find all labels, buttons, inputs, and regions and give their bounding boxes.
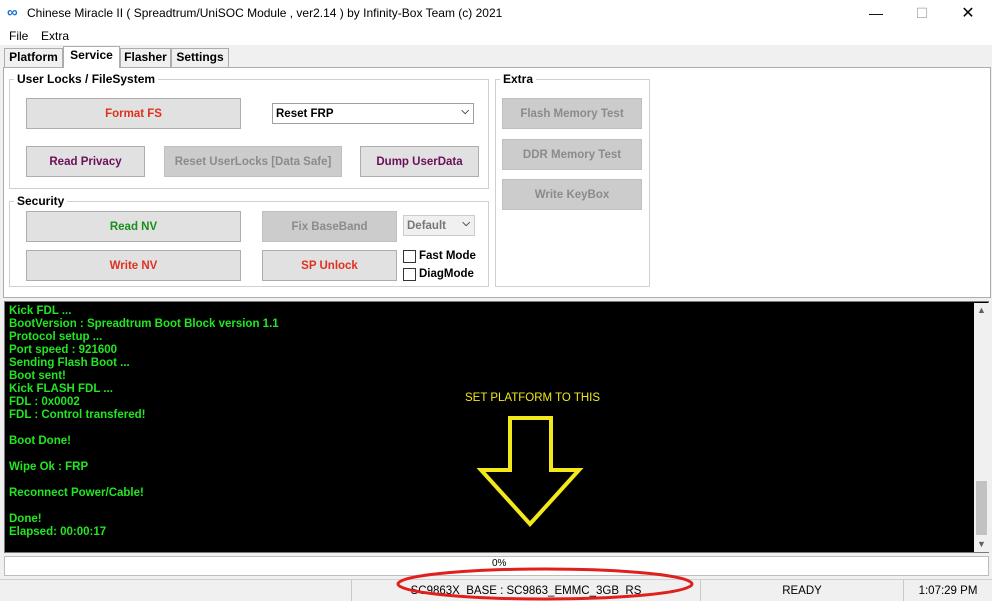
- scroll-up-icon[interactable]: ▲: [974, 303, 989, 318]
- minimize-button[interactable]: —: [853, 0, 899, 27]
- tab-platform[interactable]: Platform: [4, 48, 63, 67]
- down-arrow-annotation: [476, 416, 584, 527]
- log-line: Done!: [9, 513, 42, 525]
- write-nv-button[interactable]: Write NV: [26, 250, 241, 281]
- log-scrollbar[interactable]: ▲ ▼: [974, 303, 989, 552]
- write-keybox-button[interactable]: Write KeyBox: [502, 179, 642, 210]
- log-line: Protocol setup ...: [9, 331, 103, 343]
- log-line: Reconnect Power/Cable!: [9, 487, 144, 499]
- reset-mode-value: Reset FRP: [276, 107, 334, 120]
- log-line: Port speed : 921600: [9, 344, 118, 356]
- tab-settings[interactable]: Settings: [171, 48, 229, 67]
- log-line: Kick FDL ...: [9, 305, 72, 317]
- log-console[interactable]: Kick FDL ... BootVersion : Spreadtrum Boo…: [4, 301, 989, 553]
- menu-file[interactable]: File: [9, 29, 28, 43]
- infinity-icon: ∞: [7, 4, 18, 21]
- status-state: READY: [701, 580, 904, 601]
- ddr-memory-test-button[interactable]: DDR Memory Test: [502, 139, 642, 170]
- baseband-mode-value: Default: [407, 219, 446, 232]
- fast-mode-checkbox[interactable]: [403, 250, 416, 263]
- format-fs-button[interactable]: Format FS: [26, 98, 241, 129]
- userlocks-title: User Locks / FileSystem: [14, 72, 159, 86]
- dump-userdata-button[interactable]: Dump UserData: [360, 146, 479, 177]
- status-cell-empty: [0, 580, 352, 601]
- tab-service[interactable]: Service: [63, 46, 120, 68]
- log-line: Elapsed: 00:00:17: [9, 526, 107, 538]
- read-privacy-button[interactable]: Read Privacy: [26, 146, 145, 177]
- flash-memory-test-button[interactable]: Flash Memory Test: [502, 98, 642, 129]
- title-bar: ∞ Chinese Miracle II ( Spreadtrum/UniSOC…: [0, 0, 992, 27]
- window-title: Chinese Miracle II ( Spreadtrum/UniSOC M…: [27, 6, 503, 20]
- log-line: Boot Done!: [9, 435, 71, 447]
- fix-baseband-button[interactable]: Fix BaseBand: [262, 211, 397, 242]
- read-nv-button[interactable]: Read NV: [26, 211, 241, 242]
- sp-unlock-button[interactable]: SP Unlock: [262, 250, 397, 281]
- log-line: Boot sent!: [9, 370, 66, 382]
- log-line: Kick FLASH FDL ...: [9, 383, 113, 395]
- fast-mode-label: Fast Mode: [419, 250, 476, 262]
- log-line: Sending Flash Boot ...: [9, 357, 130, 369]
- menu-bar: File Extra: [0, 27, 992, 45]
- reset-userlocks-button[interactable]: Reset UserLocks [Data Safe]: [164, 146, 342, 177]
- maximize-button[interactable]: ☐: [899, 0, 945, 27]
- close-button[interactable]: ✕: [945, 0, 991, 27]
- reset-mode-select[interactable]: Reset FRP ⌵: [272, 103, 474, 124]
- status-time: 1:07:29 PM: [918, 585, 978, 597]
- chevron-down-icon: ⌵: [462, 218, 470, 229]
- chevron-down-icon: ⌵: [461, 106, 469, 117]
- highlight-ellipse-annotation: [396, 567, 694, 601]
- tab-flasher[interactable]: Flasher: [120, 48, 171, 67]
- baseband-mode-select[interactable]: Default ⌵: [403, 215, 475, 236]
- scroll-down-icon[interactable]: ▼: [974, 537, 989, 552]
- scroll-thumb[interactable]: [976, 481, 987, 535]
- diag-mode-label: DiagMode: [419, 268, 474, 280]
- diag-mode-checkbox[interactable]: [403, 268, 416, 281]
- menu-extra[interactable]: Extra: [41, 29, 69, 43]
- extra-title: Extra: [500, 72, 537, 86]
- log-line: FDL : Control transfered!: [9, 409, 146, 421]
- security-title: Security: [14, 194, 68, 208]
- log-line: FDL : 0x0002: [9, 396, 80, 408]
- log-line: BootVersion : Spreadtrum Boot Block vers…: [9, 318, 279, 330]
- annotation-text: SET PLATFORM TO THIS: [465, 392, 601, 404]
- log-line: Wipe Ok : FRP: [9, 461, 89, 473]
